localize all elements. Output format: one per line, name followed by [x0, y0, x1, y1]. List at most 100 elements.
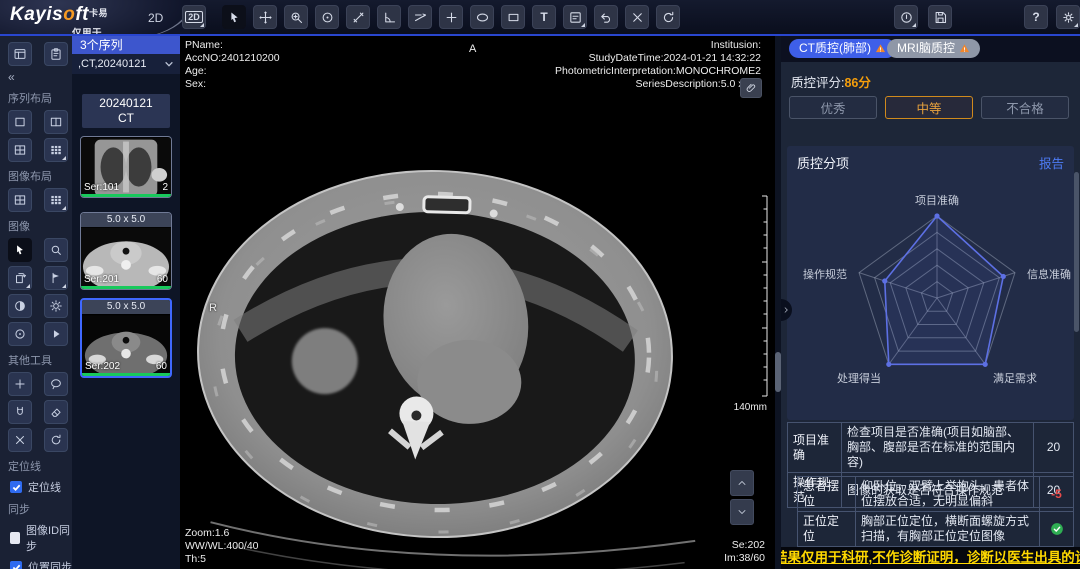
check-circle-icon — [1045, 522, 1068, 536]
previous-image-button[interactable] — [730, 470, 754, 496]
age-label: Age: — [185, 65, 280, 78]
sync-position-label: 位置同步 — [28, 559, 72, 569]
rectangle-roi-button[interactable] — [501, 5, 525, 29]
comment-tool-button[interactable] — [44, 372, 68, 396]
zoom-tool-button[interactable] — [284, 5, 308, 29]
eraser-tool-button[interactable] — [44, 400, 68, 424]
next-image-button[interactable] — [730, 499, 754, 525]
locator-line-checkbox[interactable] — [10, 481, 22, 493]
locator-line-checkbox-row[interactable]: 定位线 — [10, 479, 72, 495]
tab-label: MRI脑质控 — [897, 39, 955, 58]
help-button[interactable]: ? — [1024, 5, 1048, 29]
mode-2d-button[interactable]: 2D — [182, 5, 206, 29]
cobb-angle-button[interactable] — [408, 5, 432, 29]
app-logo: Kayisoft卡易 仅用于科研 — [10, 4, 108, 26]
table-row: 项目准确 检查项目是否准确(项目如脑部、胸部、腹部是否在标准的范围内容) 20 — [788, 423, 1074, 473]
reset-tools-button[interactable] — [44, 428, 68, 452]
window-level-button[interactable] — [315, 5, 339, 29]
window-presets-button[interactable] — [563, 5, 587, 29]
series-layout-2-button[interactable] — [44, 110, 68, 134]
reset-view-button[interactable] — [656, 5, 680, 29]
ct-axial-image — [180, 36, 775, 569]
grade-fail-button[interactable]: 不合格 — [981, 96, 1069, 119]
thumbnail-series-101[interactable]: Ser:101 2 — [80, 136, 172, 198]
image-layout-grid-button[interactable] — [44, 188, 68, 212]
image-layout-label: 图像布局 — [8, 168, 72, 184]
svg-text:操作规范: 操作规范 — [803, 267, 847, 281]
study-dropdown[interactable]: ,CT,20240121 — [72, 54, 180, 74]
series-number-label: Ser:101 — [84, 182, 119, 193]
angle-measure-button[interactable] — [377, 5, 401, 29]
save-button[interactable] — [928, 5, 952, 29]
invert-contrast-button[interactable] — [8, 294, 32, 318]
clear-all-button[interactable] — [8, 428, 32, 452]
series-description-label: 5.0 x 5.0 — [82, 300, 170, 314]
image-layout-4-button[interactable] — [8, 188, 32, 212]
localizer-target-button[interactable] — [8, 322, 32, 346]
probe-tool-button[interactable] — [439, 5, 463, 29]
study-info-overlay: Institusion: StudyDateTime:2024-01-21 14… — [555, 39, 761, 91]
cine-play-button[interactable] — [44, 322, 68, 346]
zoom-factor-label: Zoom:1.6 — [185, 527, 259, 540]
info-button[interactable] — [894, 5, 918, 29]
sync-position-row[interactable]: 位置同步 — [10, 559, 72, 569]
sync-image-id-checkbox[interactable] — [10, 532, 20, 544]
delete-annotation-button[interactable] — [625, 5, 649, 29]
disclaimer-text: 结果仅用于科研,不作诊断证明，诊断以医生出具的诊断 — [781, 547, 1080, 569]
sync-section-label: 同步 — [8, 501, 72, 517]
series-layout-4-button[interactable] — [8, 138, 32, 162]
pan-tool-button[interactable] — [253, 5, 277, 29]
attachment-paperclip-button[interactable] — [740, 78, 762, 98]
panel-scrollbar-thumb[interactable] — [1074, 172, 1079, 332]
length-measure-button[interactable] — [346, 5, 370, 29]
qc-radar-chart: 项目准确信息准确满足需求处理得当操作规范 — [787, 178, 1080, 398]
qc-item-score: 20 — [1034, 423, 1074, 473]
grade-medium-button[interactable]: 中等 — [885, 96, 973, 119]
disclaimer-marquee: 结果仅用于科研,不作诊断证明，诊断以医生出具的诊断 — [781, 547, 1080, 569]
ellipse-roi-button[interactable] — [470, 5, 494, 29]
select-tool-button[interactable] — [222, 5, 246, 29]
text-annotation-button[interactable]: T — [532, 5, 556, 29]
qc-item-name: 患者摆位 — [798, 477, 856, 512]
sync-image-id-row[interactable]: 图像ID同步 — [10, 522, 72, 554]
cursor-tool-button[interactable] — [8, 238, 32, 262]
image-count-label: 2 — [162, 182, 168, 193]
series-layout-grid-button[interactable] — [44, 138, 68, 162]
qc-grade-buttons: 优秀 中等 不合格 — [789, 96, 1069, 119]
grade-excellent-button[interactable]: 优秀 — [789, 96, 877, 119]
brightness-button[interactable] — [44, 294, 68, 318]
settings-gear-button[interactable] — [1056, 5, 1080, 29]
loaded-progress-bar — [81, 286, 171, 289]
undo-button[interactable] — [594, 5, 618, 29]
rotate-image-button[interactable] — [8, 266, 32, 290]
table-row: 正位定位 胸部正位定位，横断面螺旋方式扫描，有胸部正位定位图像 — [798, 512, 1074, 547]
series-list-button[interactable] — [8, 42, 32, 66]
report-link[interactable]: 报告 — [1039, 153, 1064, 172]
image-count-label: 60 — [157, 274, 168, 285]
series-number-label: Ser:201 — [84, 274, 119, 285]
series-description-label: 5.0 x 5.0 — [81, 213, 171, 227]
study-datetime-label: StudyDateTime:2024-01-21 14:32:22 — [555, 52, 761, 65]
collapse-sidebar-icon[interactable]: « — [8, 70, 72, 84]
qc-item-desc: 检查项目是否准确(项目如脑部、胸部、腹部是否在标准的范围内容) — [842, 423, 1034, 473]
magnify-tool-button[interactable] — [44, 238, 68, 262]
thumbnail-series-201[interactable]: 5.0 x 5.0 Ser:201 60 — [80, 212, 172, 290]
tab-ct-lung-qc[interactable]: CT质控(肺部) — [789, 39, 896, 58]
sync-position-checkbox[interactable] — [10, 561, 22, 569]
patient-info-overlay: PName: AccNO:2401210200 Age: Sex: — [185, 39, 280, 91]
loaded-progress-bar — [82, 373, 170, 376]
magnet-tool-button[interactable] — [8, 400, 32, 424]
flip-image-button[interactable] — [44, 266, 68, 290]
left-tool-sidebar: « 序列布局 图像布局 图像 其 — [0, 36, 72, 569]
series-layout-1-button[interactable] — [8, 110, 32, 134]
qc-subscores-title: 质控分项 — [797, 153, 849, 172]
orientation-marker-right: R — [209, 302, 217, 315]
thumbnail-series-202-selected[interactable]: 5.0 x 5.0 Ser:20260 — [80, 298, 172, 378]
tab-mri-brain-qc[interactable]: MRI脑质控 — [887, 39, 980, 58]
locator-line-label: 定位线 — [28, 479, 61, 495]
qc-tabs-strip: CT质控(肺部) MRI脑质控 — [781, 36, 1080, 62]
report-panel-button[interactable] — [44, 42, 68, 66]
image-viewport[interactable]: PName: AccNO:2401210200 Age: Sex: Instit… — [180, 36, 775, 569]
add-annotation-button[interactable] — [8, 372, 32, 396]
series-image-overlay: Se:202 Im:38/60 — [724, 539, 765, 565]
